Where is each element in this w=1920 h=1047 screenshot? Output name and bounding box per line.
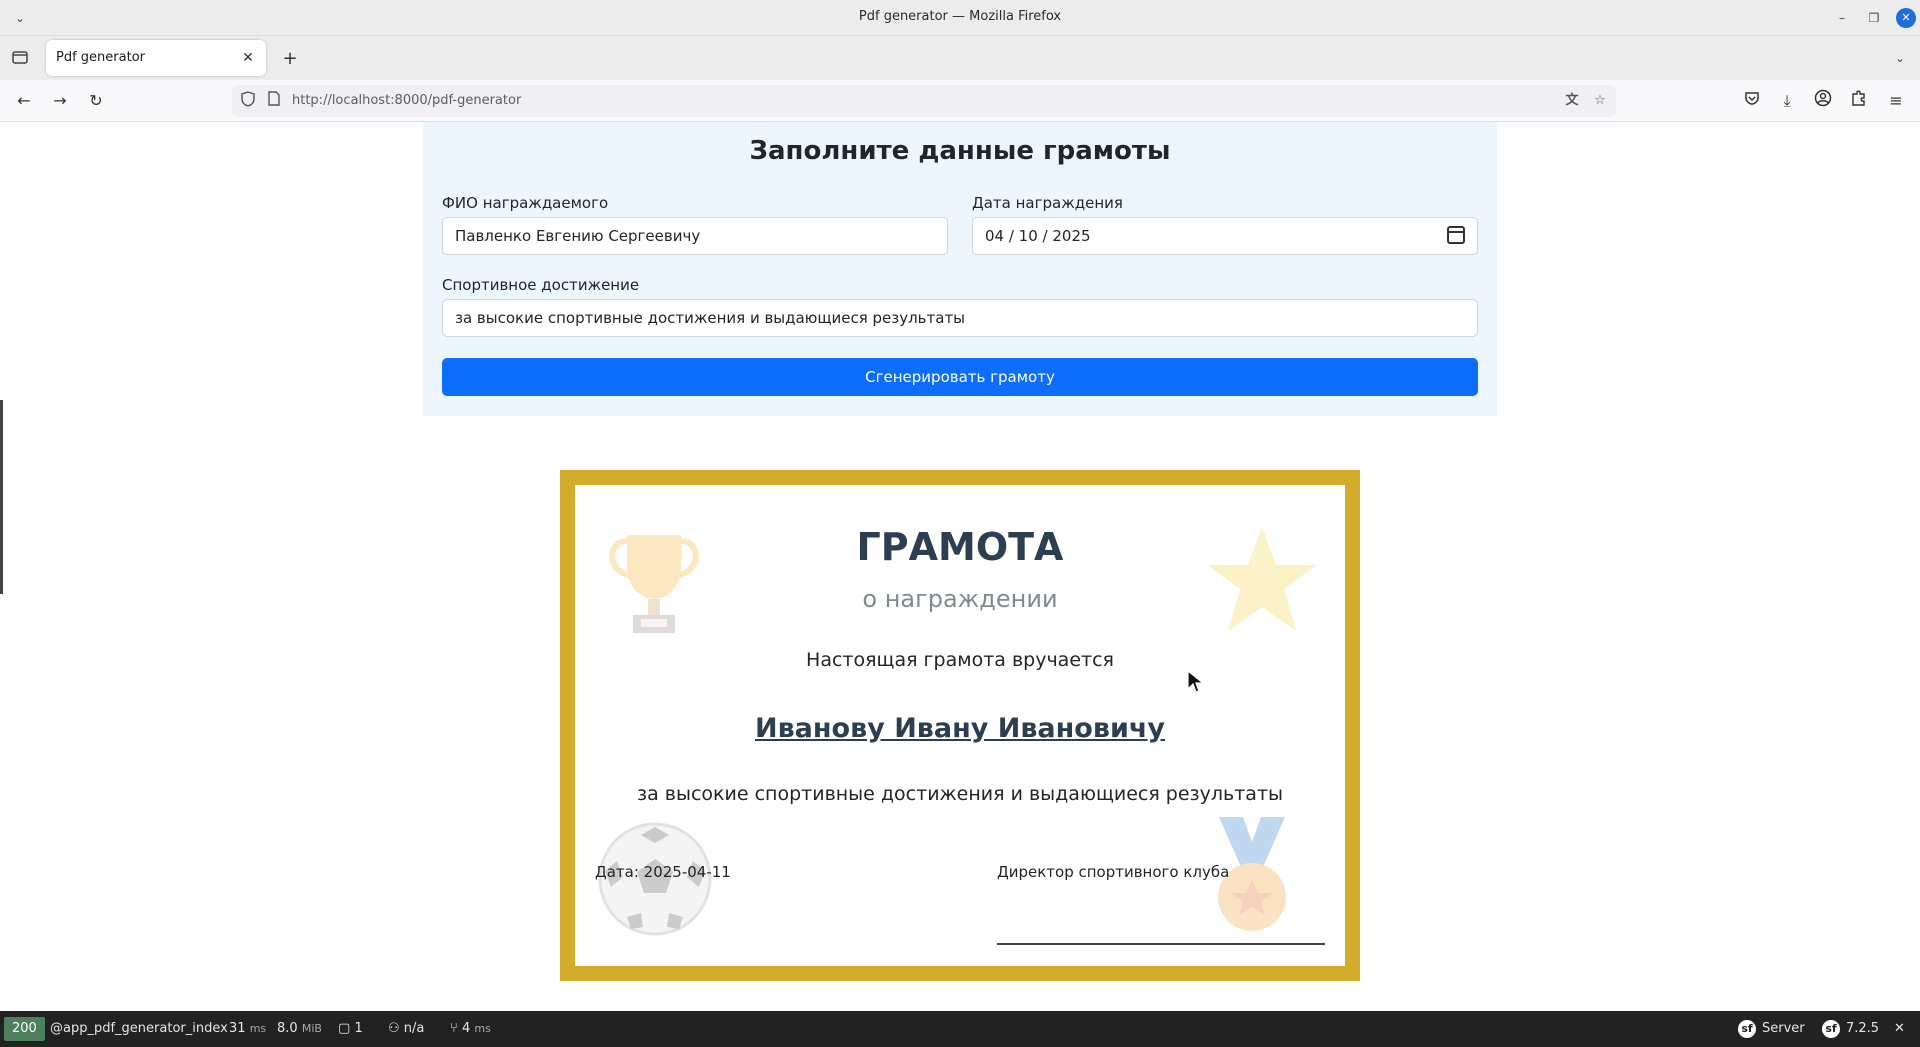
symfony-version-icon: sf [1822,1019,1840,1038]
navigation-toolbar: ← → ↻ http://localhost:8000/pdf-generato… [0,80,1920,122]
certificate-frame: ГРАМОТА о награждении Настоящая грамота … [560,470,1360,981]
forms-count: 1 [354,1021,363,1036]
reload-button[interactable]: ↻ [84,89,108,113]
route-name[interactable]: @app_pdf_generator_index [50,1011,228,1047]
url-text[interactable]: http://localhost:8000/pdf-generator [292,93,521,108]
twig-value: 4 [461,1021,471,1036]
close-toolbar-icon[interactable]: ✕ [1894,1011,1905,1047]
certificate-body: ГРАМОТА о награждении Настоящая грамота … [575,485,1345,966]
certificate-form: Заполните данные грамоты ФИО награждаемо… [423,122,1497,416]
generate-button[interactable]: Сгенерировать грамоту [442,358,1478,396]
memory-value: 8.0 [277,1021,298,1036]
forms-panel[interactable]: ▢ 1 [338,1011,363,1047]
tab-close-icon[interactable]: ✕ [238,48,258,68]
extensions-icon[interactable] [1847,89,1871,113]
url-path: /pdf-generator [427,93,522,108]
list-all-tabs-icon[interactable]: ⌄ [1890,48,1910,68]
tab-label: Pdf generator [56,50,145,65]
certificate-date: Дата: 2025-04-11 [595,863,731,881]
page-info-icon[interactable] [264,91,284,111]
twig-panel[interactable]: ⑂ 4 ms [450,1011,491,1047]
symfony-version: 7.2.5 [1846,1021,1880,1036]
tab-pdf-generator[interactable]: Pdf generator ✕ [46,40,266,76]
pocket-icon[interactable] [1740,89,1764,113]
form-icon: ▢ [338,1021,351,1036]
forward-button[interactable]: → [48,89,72,113]
window-title: Pdf generator — Mozilla Firefox [858,9,1062,24]
certificate-recipient: Иванову Ивану Ивановичу [755,713,1165,744]
fio-input[interactable]: Павленко Евгению Сергеевичу [442,217,948,255]
certificate-signatory: Директор спортивного клуба [997,863,1230,881]
date-value: 04 / 10 / 2025 [985,227,1091,245]
symfony-version-panel[interactable]: sf 7.2.5 [1822,1011,1879,1047]
user-icon: ⚇ [388,1021,400,1036]
date-input[interactable]: 04 / 10 / 2025 [972,217,1478,255]
new-tab-button[interactable]: + [279,48,301,70]
request-time[interactable]: 31 ms [229,1011,266,1047]
memory-usage[interactable]: 8.0 MiB [277,1011,322,1047]
fio-label: ФИО награждаемого [442,194,609,212]
memory-unit: MiB [301,1022,322,1035]
twig-icon: ⑂ [450,1021,458,1036]
restore-button[interactable]: ❐ [1864,8,1884,28]
request-time-unit: ms [249,1022,267,1035]
mouse-cursor-icon [1187,670,1205,693]
twig-unit: ms [474,1022,491,1035]
shield-icon[interactable] [238,91,258,111]
translate-icon[interactable]: 文 [1562,91,1582,111]
side-panel-edge[interactable] [0,400,3,594]
firefox-view-icon[interactable] [10,48,30,68]
certificate-achievement: за высокие спортивные достижения и выдаю… [636,783,1284,805]
close-window-button[interactable]: ✕ [1896,8,1916,28]
bookmark-star-icon[interactable]: ☆ [1590,91,1610,111]
status-code-badge[interactable]: 200 [4,1017,45,1041]
security-user: n/a [403,1021,425,1036]
symfony-debug-toolbar: 200 @app_pdf_generator_index 31 ms 8.0 M… [0,1011,1920,1047]
minimize-button[interactable]: – [1832,8,1852,28]
server-panel[interactable]: sf Server [1738,1011,1805,1047]
symfony-logo-icon: sf [1738,1019,1756,1038]
address-bar[interactable]: http://localhost:8000/pdf-generator 文 ☆ [232,85,1616,117]
certificate-subtitle: о награждении [862,585,1058,613]
downloads-icon[interactable]: ⤓ [1775,89,1799,113]
server-label: Server [1762,1021,1805,1036]
request-time-value: 31 [229,1021,246,1036]
window-titlebar: ⌄ Pdf generator — Mozilla Firefox – ❐ ✕ [0,0,1920,36]
certificate-presented-text: Настоящая грамота вручается [806,649,1114,671]
hamburger-menu-icon[interactable]: ≡ [1884,89,1908,113]
back-button[interactable]: ← [12,89,36,113]
account-icon[interactable] [1811,89,1835,113]
achievement-input[interactable]: за высокие спортивные достижения и выдаю… [442,299,1478,337]
signature-line [997,943,1325,945]
certificate-title: ГРАМОТА [856,525,1064,569]
tab-strip: Pdf generator ✕ + ⌄ [0,36,1920,80]
date-label: Дата награждения [972,194,1123,212]
achievement-label: Спортивное достижение [442,276,640,294]
security-panel[interactable]: ⚇ n/a [388,1011,424,1047]
calendar-icon[interactable] [1447,226,1465,244]
form-title: Заполните данные грамоты [749,136,1171,166]
url-host: http://localhost:8000 [292,93,428,108]
